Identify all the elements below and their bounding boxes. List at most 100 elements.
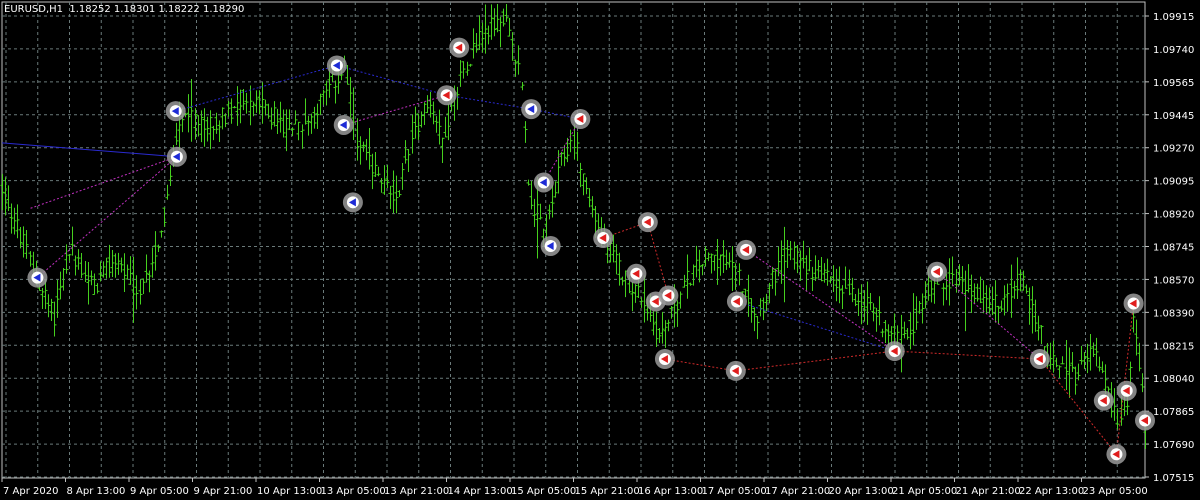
ohlc-bar	[238, 89, 243, 124]
ohlc-bar	[52, 301, 57, 337]
ohlc-bar	[688, 282, 693, 286]
ohlc-bar	[1015, 257, 1020, 300]
ohlc-bar	[422, 102, 427, 125]
ohlc-bar	[746, 274, 751, 317]
ohlc-bar	[434, 116, 439, 133]
ohlc-bar	[715, 239, 720, 285]
ohlc-bar	[868, 293, 873, 311]
ohlc-bar	[95, 283, 100, 294]
ohlc-bar	[675, 300, 680, 327]
ohlc-bar	[110, 249, 115, 278]
ohlc-bar	[587, 188, 592, 208]
ohlc-bar	[553, 181, 558, 198]
x-tick-label: 23 Apr 05:00	[1083, 486, 1148, 497]
trade-marker-up	[521, 99, 542, 120]
ohlc-bar	[333, 80, 338, 104]
x-tick-label: 7 Apr 2020	[3, 486, 58, 497]
ohlc-bar	[483, 4, 488, 54]
y-tick-label: 1.08570	[1153, 275, 1194, 286]
ohlc-bar	[138, 279, 143, 305]
ohlc-bar	[990, 286, 995, 316]
trade-marker-down	[654, 349, 675, 369]
ohlc-bar	[575, 131, 580, 161]
ohlc-bar	[1005, 283, 1010, 312]
ohlc-bar	[489, 4, 494, 40]
ohlc-bar	[590, 196, 595, 218]
ohlc-bar	[999, 300, 1004, 312]
ohlc-bar	[168, 165, 173, 187]
trade-marker-down	[449, 37, 470, 58]
ohlc-bar	[700, 264, 705, 276]
ohlc-bar	[189, 78, 194, 142]
ohlc-bar	[847, 269, 852, 296]
ohlc-bar	[76, 249, 81, 270]
ohlc-bar	[792, 241, 797, 270]
ohlc-bar	[1012, 280, 1017, 299]
ohlc-bar	[202, 108, 207, 147]
x-tick-label: 21 Apr 05:00	[892, 486, 957, 497]
price-chart[interactable]: 1.09915 1.09740 1.09565 1.09445 1.09270 1.090…	[0, 0, 1200, 500]
ohlc-bar	[321, 89, 326, 105]
ohlc-bar	[492, 8, 497, 37]
ohlc-bar	[523, 121, 528, 143]
ohlc-bar	[458, 60, 463, 87]
ohlc-bar	[406, 149, 411, 173]
ohlc-bar	[724, 249, 729, 270]
ohlc-bar	[165, 184, 170, 200]
ohlc-bar	[318, 93, 323, 115]
ohlc-bar	[214, 112, 219, 134]
ohlc-bar	[257, 90, 262, 115]
symbol-label: EURUSD,H1	[4, 4, 64, 15]
chart-window[interactable]: 1.09915 1.09740 1.09565 1.09445 1.09270 1.090…	[0, 0, 1200, 500]
ohlc-bar	[1088, 333, 1093, 371]
ohlc-bar	[0, 174, 5, 211]
ohlc-bar	[153, 231, 158, 271]
ohlc-bar	[920, 293, 925, 324]
ohlc-bar	[932, 278, 937, 304]
ohlc-bar	[397, 190, 402, 198]
ohlc-bar	[1036, 315, 1041, 341]
ohlc-bar	[504, 3, 509, 22]
ohlc-bar	[584, 177, 589, 195]
ohlc-bar	[565, 137, 570, 163]
y-tick-label: 1.08920	[1153, 210, 1194, 221]
ohlc-bar	[678, 291, 683, 309]
y-tick-label: 1.08040	[1153, 374, 1194, 385]
ohlc-bar	[144, 254, 149, 283]
ohlc-bar	[6, 185, 11, 211]
ohlc-bar	[49, 298, 54, 321]
trade-marker-down	[1123, 293, 1144, 314]
x-tick-label: 15 Apr 21:00	[575, 486, 640, 497]
ohlc-bar	[443, 116, 448, 138]
ohlc-bar	[486, 25, 491, 45]
ohlc-bar	[853, 294, 858, 307]
ohlc-bar	[520, 82, 525, 91]
ohlc-bar	[361, 141, 366, 152]
ohlc-bar	[220, 107, 225, 130]
ohlc-bar	[312, 106, 317, 129]
ohlc-bar	[630, 281, 635, 312]
ohlc-bar	[819, 256, 824, 282]
ohlc-bar	[782, 226, 787, 303]
ohlc-bar	[966, 264, 971, 293]
trade-marker-down	[1116, 380, 1137, 401]
ohlc-bar	[290, 127, 295, 137]
ohlc-bar	[972, 283, 977, 304]
trade-marker-down	[736, 239, 757, 260]
ohlc-bar	[303, 98, 308, 125]
ohlc-bar	[89, 270, 94, 286]
ohlc-bar	[1079, 345, 1084, 365]
ohlc-bar	[223, 113, 228, 128]
ohlc-bar	[79, 253, 84, 278]
ohlc-bar	[1030, 286, 1035, 334]
ohlc-bar	[293, 110, 298, 125]
ohlc-bar	[1054, 357, 1059, 368]
ohlc-bar	[1073, 366, 1078, 395]
ohlc-bar	[296, 121, 301, 141]
ohlc-bar	[1094, 337, 1099, 367]
ohlc-bar	[73, 255, 78, 276]
ohlc-bar	[685, 254, 690, 299]
trade-marker-down	[637, 212, 658, 233]
ohlc-bar	[639, 297, 644, 308]
ohlc-bar	[287, 109, 292, 130]
